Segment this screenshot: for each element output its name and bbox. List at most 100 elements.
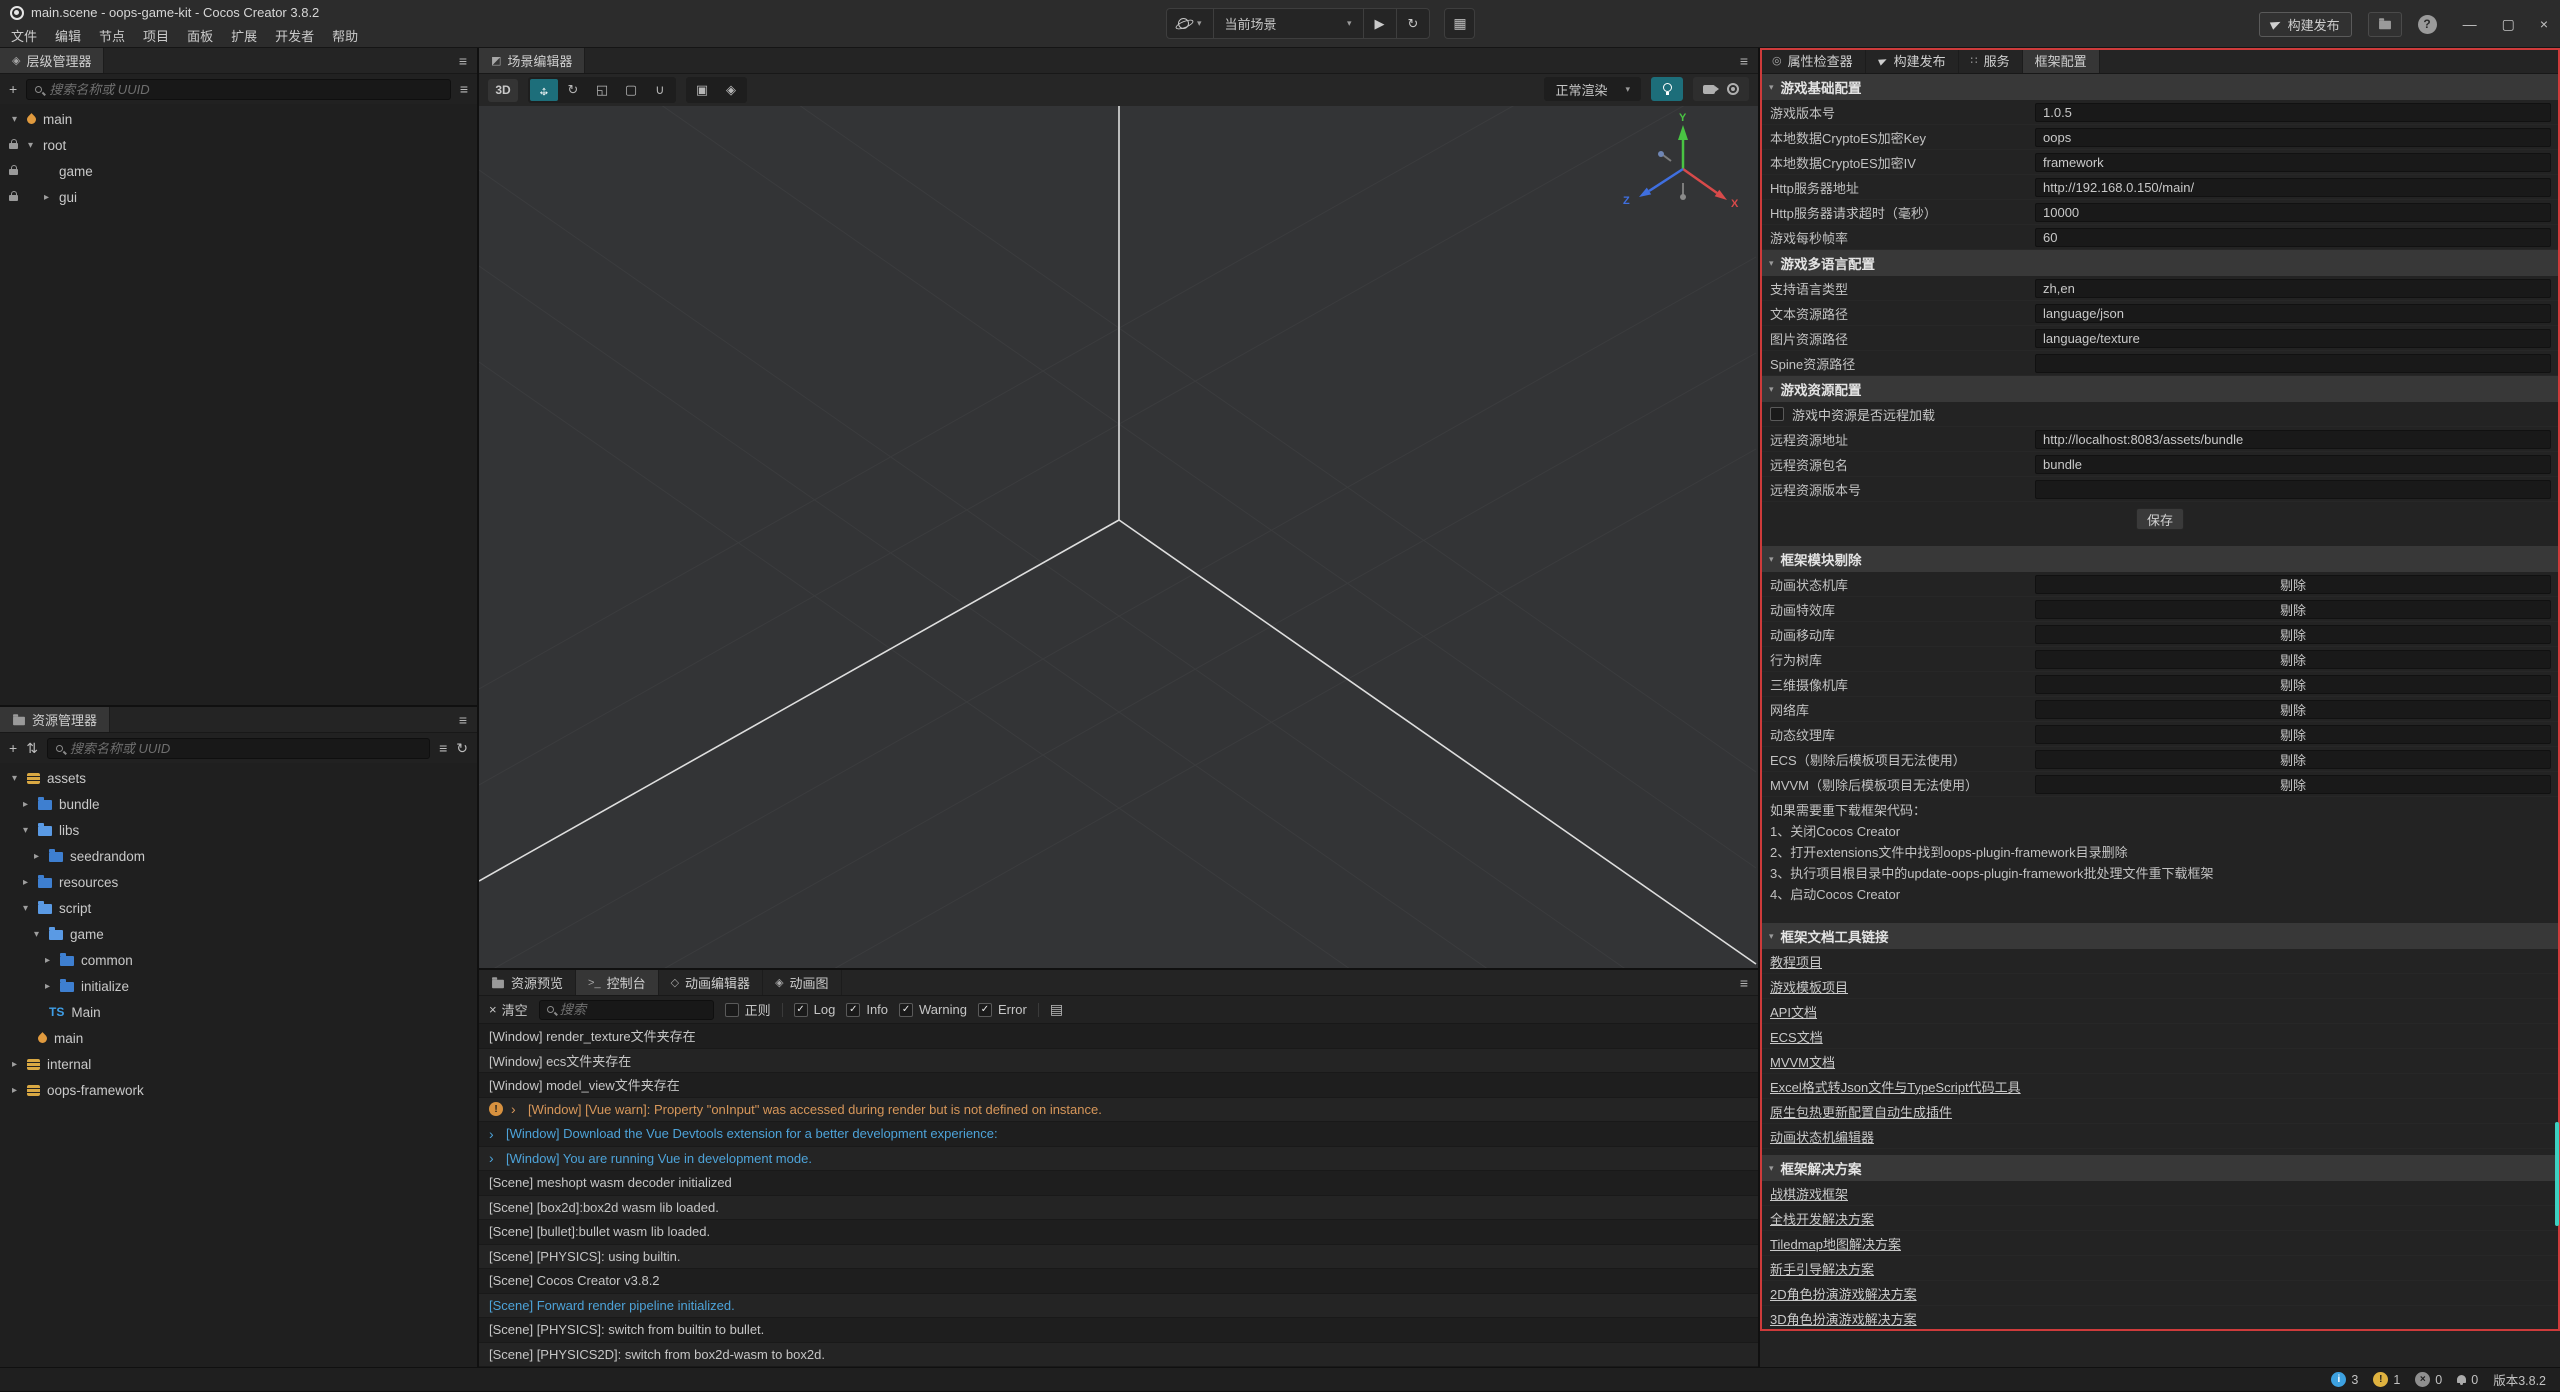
- menu-item[interactable]: 帮助: [323, 27, 367, 46]
- field-input[interactable]: [2035, 153, 2551, 172]
- console-log-row[interactable]: › [Window] Download the Vue Devtools ext…: [479, 1122, 1758, 1147]
- reload-button[interactable]: ↻: [1397, 9, 1430, 38]
- menu-item[interactable]: 节点: [90, 27, 134, 46]
- menu-item[interactable]: 文件: [2, 27, 46, 46]
- strip-module-button[interactable]: 剔除: [2035, 600, 2551, 619]
- refresh-icon[interactable]: ↻: [456, 740, 468, 757]
- field-input[interactable]: [2035, 279, 2551, 298]
- menu-item[interactable]: 编辑: [46, 27, 90, 46]
- hierarchy-search-input[interactable]: [49, 82, 442, 97]
- create-node-button[interactable]: +: [9, 81, 17, 97]
- strip-module-button[interactable]: 剔除: [2035, 675, 2551, 694]
- rotate-tool-button[interactable]: ↻: [559, 79, 587, 101]
- field-input[interactable]: [2035, 455, 2551, 474]
- console-search-input[interactable]: [560, 1002, 706, 1017]
- tree-row[interactable]: ▸ bundle: [0, 791, 477, 817]
- tab-animation-graph[interactable]: ◈ 动画图: [763, 970, 841, 995]
- create-asset-button[interactable]: +: [9, 740, 17, 756]
- minimize-button[interactable]: —: [2463, 16, 2477, 33]
- tab-scene-editor[interactable]: ◩ 场景编辑器: [479, 48, 585, 73]
- tree-arrow-icon[interactable]: ▾: [12, 773, 27, 784]
- doc-link[interactable]: Excel格式转Json文件与TypeScript代码工具: [1770, 1077, 2021, 1096]
- menu-item[interactable]: 开发者: [266, 27, 323, 46]
- build-publish-button[interactable]: 构建发布: [2259, 12, 2352, 37]
- tree-row[interactable]: main: [0, 1025, 477, 1051]
- camera-icon[interactable]: [1703, 85, 1715, 94]
- section-doc-links[interactable]: ▾ 框架文档工具链接: [1760, 923, 2560, 949]
- error-counter[interactable]: × 0: [2415, 1372, 2442, 1387]
- solution-link[interactable]: 新手引导解决方案: [1770, 1259, 1874, 1278]
- toggle-3d-button[interactable]: 3D: [488, 79, 518, 102]
- sort-icon[interactable]: ⇅: [26, 740, 38, 757]
- error-checkbox[interactable]: ✓: [978, 1003, 992, 1017]
- console-log-row[interactable]: › [Window] You are running Vue in develo…: [479, 1147, 1758, 1172]
- tree-arrow-icon[interactable]: ▸: [12, 1085, 27, 1096]
- section-resource-config[interactable]: ▾ 游戏资源配置: [1760, 376, 2560, 402]
- help-button[interactable]: ?: [2418, 15, 2437, 34]
- tree-row[interactable]: ▸ gui: [0, 184, 477, 210]
- ui-tool-button[interactable]: ∪: [646, 79, 674, 101]
- tab-animation-editor[interactable]: ◇ 动画编辑器: [659, 970, 763, 995]
- tree-arrow-icon[interactable]: ▸: [34, 851, 49, 862]
- solution-link[interactable]: 全栈开发解决方案: [1770, 1209, 1874, 1228]
- field-input[interactable]: [2035, 430, 2551, 449]
- tab-framework-config[interactable]: 框架配置: [2023, 48, 2100, 73]
- tab-hierarchy[interactable]: ◈ 层级管理器: [0, 48, 104, 73]
- strip-module-button[interactable]: 剔除: [2035, 650, 2551, 669]
- expand-arrow-icon[interactable]: ›: [489, 1126, 506, 1142]
- solution-link[interactable]: 2D角色扮演游戏解决方案: [1770, 1284, 1917, 1303]
- field-input[interactable]: [2035, 103, 2551, 122]
- menu-item[interactable]: 扩展: [222, 27, 266, 46]
- field-input[interactable]: [2035, 128, 2551, 147]
- tree-arrow-icon[interactable]: ▾: [12, 114, 27, 125]
- menu-item[interactable]: 面板: [178, 27, 222, 46]
- console-log-row[interactable]: [Window] model_view文件夹存在: [479, 1073, 1758, 1098]
- strip-module-button[interactable]: 剔除: [2035, 575, 2551, 594]
- view-gizmo[interactable]: Y X Z: [1623, 112, 1739, 210]
- regex-filter[interactable]: 正则: [725, 1000, 771, 1019]
- save-button[interactable]: 保存: [2136, 508, 2184, 530]
- field-input[interactable]: [2035, 178, 2551, 197]
- panel-menu-icon[interactable]: ≡: [459, 712, 467, 728]
- tree-row[interactable]: ▾ game: [0, 921, 477, 947]
- field-input[interactable]: [2035, 329, 2551, 348]
- menu-item[interactable]: 项目: [134, 27, 178, 46]
- pivot-toggle-button[interactable]: ▣: [688, 79, 716, 101]
- assets-search-input[interactable]: [70, 741, 421, 756]
- current-scene-select[interactable]: 当前场景 ▾: [1214, 9, 1364, 38]
- tab-services[interactable]: ∷ 服务: [1959, 48, 2023, 73]
- tree-row[interactable]: ▾ assets: [0, 765, 477, 791]
- strip-module-button[interactable]: 剔除: [2035, 625, 2551, 644]
- move-tool-button[interactable]: ↔ ↕: [530, 79, 558, 101]
- tree-row[interactable]: ▸ common: [0, 947, 477, 973]
- doc-link[interactable]: 动画状态机编辑器: [1770, 1127, 1874, 1146]
- tree-arrow-icon[interactable]: ▸: [23, 799, 38, 810]
- console-log-row[interactable]: [Window] render_texture文件夹存在: [479, 1024, 1758, 1049]
- clear-console-button[interactable]: × 清空: [489, 1000, 528, 1019]
- preview-qr-button[interactable]: ▦: [1444, 8, 1475, 39]
- tab-asset-preview[interactable]: 资源预览: [479, 970, 576, 995]
- play-button[interactable]: ▶: [1364, 9, 1397, 38]
- close-button[interactable]: ×: [2540, 16, 2548, 33]
- open-project-folder-button[interactable]: [2368, 12, 2402, 37]
- gear-icon[interactable]: [1727, 83, 1739, 95]
- notification-counter[interactable]: 0: [2457, 1373, 2478, 1387]
- preview-platform-button[interactable]: ▾: [1167, 9, 1214, 38]
- expand-arrow-icon[interactable]: ›: [511, 1101, 528, 1117]
- field-input[interactable]: [2035, 304, 2551, 323]
- console-log-row[interactable]: [Scene] [bullet]:bullet wasm lib loaded.: [479, 1220, 1758, 1245]
- section-i18n-config[interactable]: ▾ 游戏多语言配置: [1760, 250, 2560, 276]
- doc-link[interactable]: MVVM文档: [1770, 1052, 1835, 1071]
- tree-row[interactable]: ▸ seedrandom: [0, 843, 477, 869]
- doc-link[interactable]: API文档: [1770, 1002, 1817, 1021]
- tree-row[interactable]: ▾ libs: [0, 817, 477, 843]
- section-module-strip[interactable]: ▾ 框架模块剔除: [1760, 546, 2560, 572]
- tree-row[interactable]: ▸ internal: [0, 1051, 477, 1077]
- tree-row[interactable]: ▾ main: [0, 106, 477, 132]
- tree-arrow-icon[interactable]: ▸: [12, 1059, 27, 1070]
- solution-link[interactable]: 3D角色扮演游戏解决方案: [1770, 1309, 1917, 1328]
- tree-row[interactable]: ▾ script: [0, 895, 477, 921]
- maximize-button[interactable]: ▢: [2502, 16, 2515, 33]
- tree-arrow-icon[interactable]: ▸: [44, 192, 59, 203]
- console-log-row[interactable]: [Scene] meshopt wasm decoder initialized: [479, 1171, 1758, 1196]
